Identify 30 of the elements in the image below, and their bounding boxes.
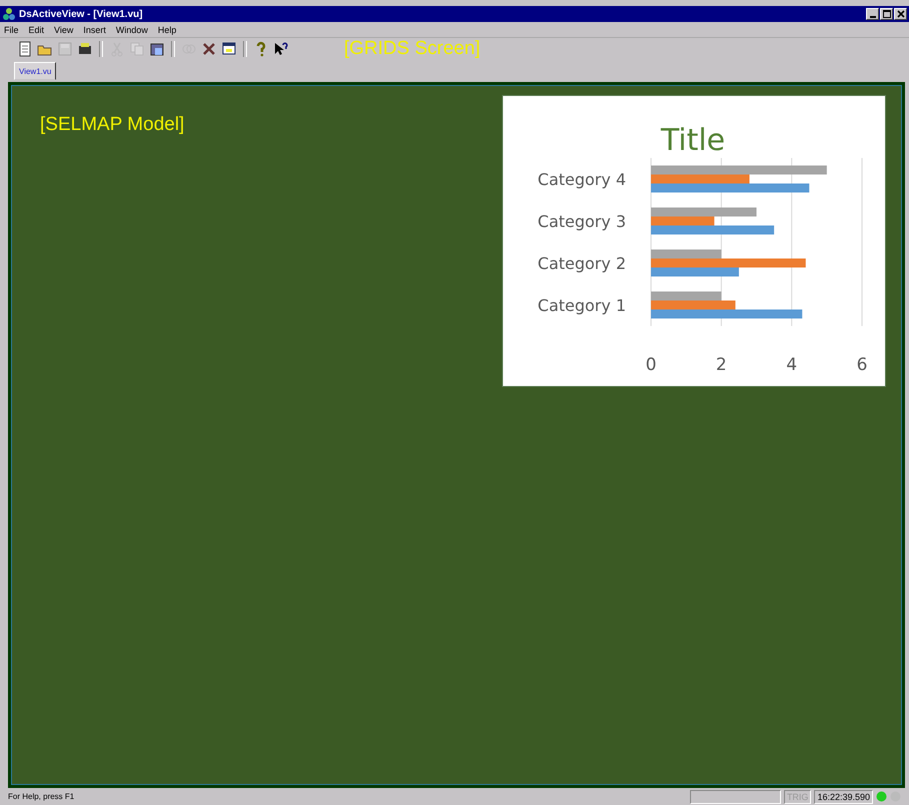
category-label: Category 2 bbox=[538, 254, 626, 273]
status-message: For Help, press F1 bbox=[8, 792, 76, 801]
minimize-button[interactable] bbox=[866, 8, 879, 20]
maximize-icon bbox=[882, 10, 890, 18]
category-label: Category 1 bbox=[538, 296, 626, 315]
menu-item[interactable]: Edit bbox=[28, 24, 44, 34]
menu-item[interactable]: File bbox=[4, 24, 19, 34]
pointer-help-icon[interactable] bbox=[272, 40, 290, 58]
view-tab[interactable]: View1.vu bbox=[14, 62, 56, 80]
window-title: DsActiveView - [View1.vu] bbox=[19, 8, 144, 20]
category-label: Category 3 bbox=[538, 212, 626, 231]
axis-tick-label: 6 bbox=[856, 355, 868, 375]
axis-tick-label: 2 bbox=[716, 355, 727, 375]
chart-title: Title bbox=[660, 123, 726, 158]
menu-item[interactable]: Help bbox=[158, 24, 176, 34]
status-time: 16:22:39.590 bbox=[814, 790, 873, 804]
screen-label: [GRIDS Screen] bbox=[344, 38, 480, 60]
menu-item[interactable]: Window bbox=[116, 24, 148, 34]
close-icon bbox=[896, 10, 904, 18]
bar bbox=[651, 292, 722, 300]
category-label: Category 4 bbox=[538, 170, 626, 189]
led-icon bbox=[876, 791, 887, 802]
axis-tick-label: 0 bbox=[646, 355, 656, 375]
app-icon bbox=[2, 7, 16, 21]
close-button[interactable] bbox=[894, 8, 907, 20]
maximize-button[interactable] bbox=[880, 8, 893, 20]
menu-item[interactable]: Insert bbox=[83, 24, 106, 34]
model-label: [SELMAP Model] bbox=[40, 114, 184, 136]
axis-tick-label: 4 bbox=[786, 355, 798, 375]
menu-item[interactable]: View bbox=[54, 24, 74, 34]
